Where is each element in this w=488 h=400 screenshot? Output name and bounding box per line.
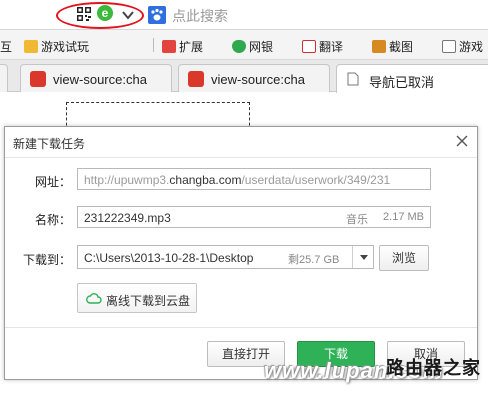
bookmark-partial[interactable]: 互 — [0, 38, 12, 55]
bookmark-screenshot[interactable]: 截图 — [372, 38, 413, 55]
tab-label: view-source:cha — [53, 72, 147, 87]
scissors-icon — [372, 40, 386, 53]
game-icon — [442, 40, 456, 53]
new-download-dialog: 新建下载任务 网址： http://upuwmp3.changba.com/us… — [4, 126, 478, 380]
qr-code-icon[interactable] — [77, 7, 91, 21]
page-icon — [347, 72, 359, 86]
bookmark-translate[interactable]: 翻译 — [302, 38, 343, 55]
bookmarks-bar: 互 游戏试玩 扩展 网银 翻译 截图 游戏 — [0, 30, 488, 60]
offline-cloud-download-button[interactable]: 离线下载到云盘 — [77, 283, 197, 313]
bookmarks-divider — [153, 38, 154, 52]
changba-favicon — [188, 71, 204, 87]
tab-view-source-2[interactable]: view-source:cha — [178, 64, 330, 92]
save-path-value: C:\Users\2013-10-28-1\Desktop — [84, 251, 254, 265]
file-size: 2.17 MB — [383, 211, 424, 223]
chevron-down-icon[interactable] — [120, 7, 136, 23]
ie-compat-icon[interactable]: e — [97, 5, 113, 21]
changba-favicon — [30, 71, 46, 87]
title-divider — [5, 157, 477, 158]
extensions-icon — [162, 40, 176, 53]
browse-button[interactable]: 浏览 — [379, 245, 429, 271]
dialog-title: 新建下载任务 — [13, 137, 86, 151]
tab-view-source-1[interactable]: view-source:cha — [20, 64, 172, 92]
url-field[interactable]: http://upuwmp3.changba.com/userdata/user… — [77, 168, 431, 190]
folder-icon — [24, 40, 38, 53]
tab-label: 导航已取消 — [369, 75, 435, 90]
baidu-paw-icon[interactable] — [148, 6, 166, 24]
footer-divider — [5, 327, 477, 328]
shield-icon — [232, 40, 246, 53]
address-strip: e 点此搜索 — [0, 0, 488, 30]
cloud-icon — [86, 293, 102, 304]
caret-down-icon — [360, 255, 368, 260]
search-input[interactable]: 点此搜索 — [172, 6, 228, 26]
file-type: 音乐 — [346, 214, 368, 226]
bookmark-games[interactable]: 游戏 — [442, 38, 483, 55]
tab-partial[interactable] — [0, 64, 8, 92]
filename-field[interactable]: 231222349.mp3 音乐 2.17 MB — [77, 206, 431, 228]
bookmark-games-trial[interactable]: 游戏试玩 — [24, 38, 89, 55]
tab-label: view-source:cha — [211, 72, 305, 87]
bookmark-online-banking[interactable]: 网银 — [232, 38, 273, 55]
translate-icon — [302, 40, 316, 53]
filename-label: 名称： — [34, 213, 71, 227]
path-dropdown-button[interactable] — [352, 246, 374, 268]
url-value: http://upuwmp3.changba.com/userdata/user… — [84, 173, 391, 187]
save-to-label: 下载到： — [22, 253, 71, 267]
tab-bar: view-source:cha view-source:cha 导航已取消 — [0, 60, 488, 93]
watermark-site: 路由器之家 — [386, 358, 481, 378]
bookmark-extensions[interactable]: 扩展 — [162, 38, 203, 55]
close-icon[interactable] — [455, 134, 469, 148]
filename-value: 231222349.mp3 — [84, 211, 171, 225]
cloud-download-label: 离线下载到云盘 — [106, 294, 191, 308]
url-label: 网址： — [34, 175, 71, 189]
free-space: 剩25.7 GB — [288, 254, 340, 266]
tab-navigation-cancelled[interactable]: 导航已取消 — [336, 64, 488, 93]
save-path-field[interactable]: C:\Users\2013-10-28-1\Desktop 剩25.7 GB — [77, 245, 374, 269]
